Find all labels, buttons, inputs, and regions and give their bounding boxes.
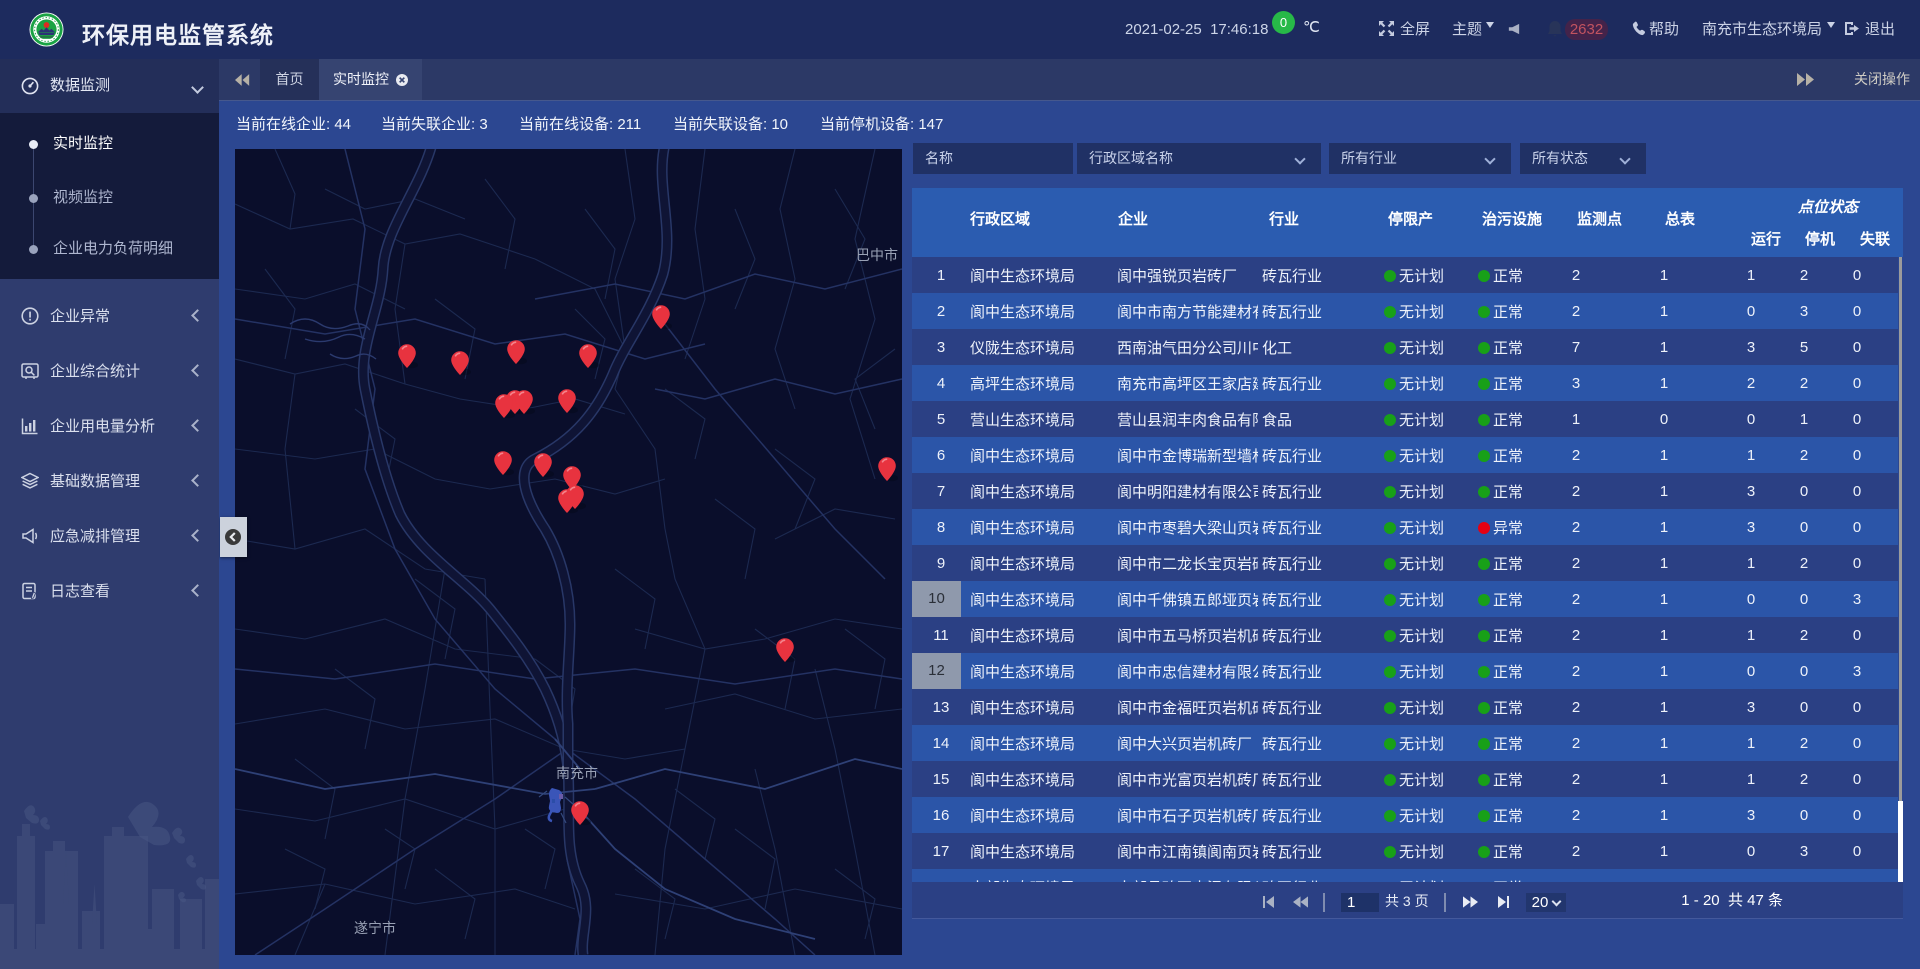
svg-text:巴中市: 巴中市 — [856, 247, 898, 263]
svg-text:遂宁市: 遂宁市 — [354, 920, 396, 936]
svg-text:南充市: 南充市 — [556, 765, 598, 781]
